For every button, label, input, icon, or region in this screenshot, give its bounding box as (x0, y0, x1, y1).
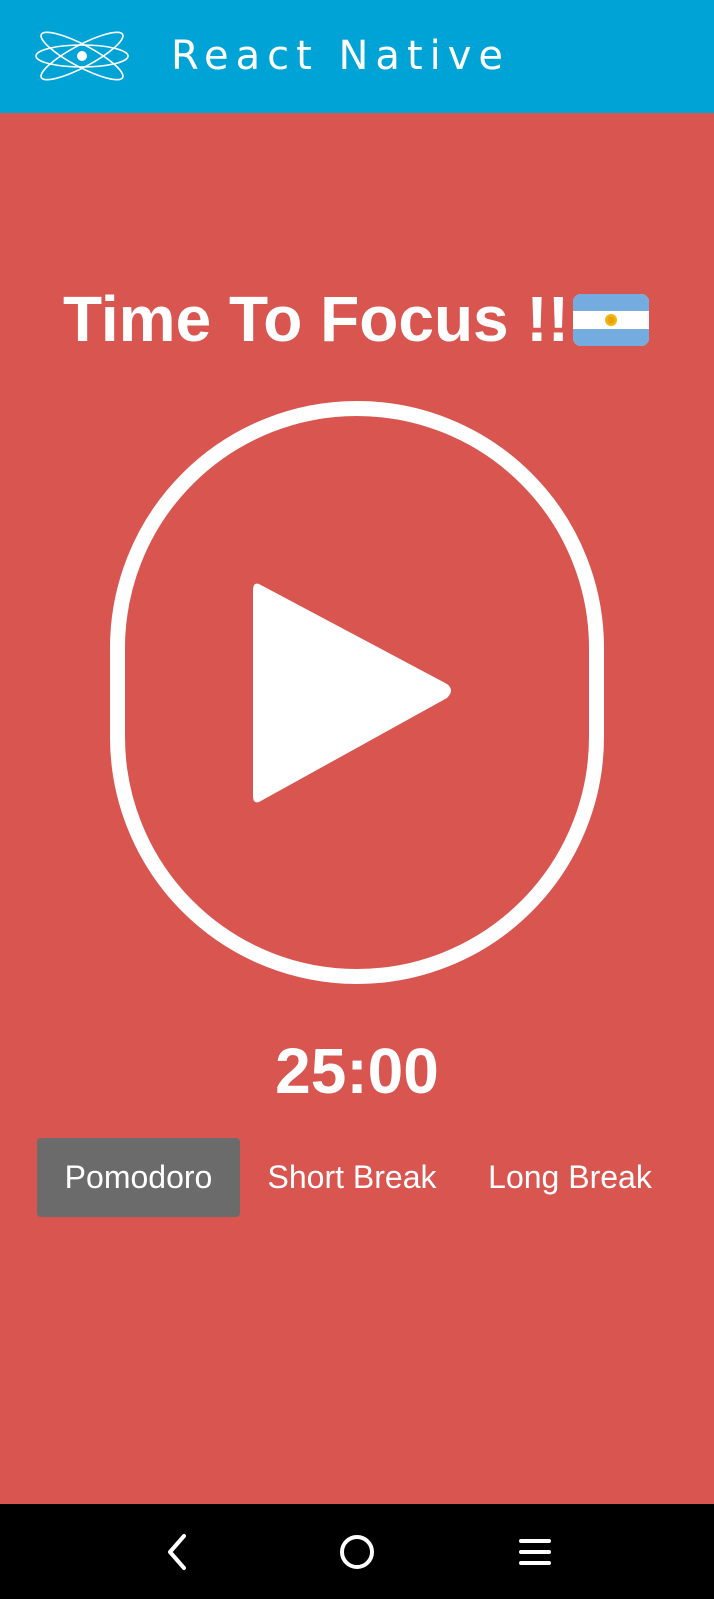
home-circle-icon[interactable] (335, 1530, 379, 1574)
menu-lines-icon[interactable] (513, 1530, 557, 1574)
system-nav-bar (0, 1504, 714, 1599)
tab-pomodoro[interactable]: Pomodoro (37, 1138, 240, 1217)
play-icon (253, 583, 451, 803)
react-atom-icon (35, 31, 129, 81)
argentina-flag-icon (573, 294, 650, 347)
back-chevron-icon[interactable] (156, 1530, 200, 1574)
tab-short-break[interactable]: Short Break (252, 1138, 452, 1217)
tab-long-break[interactable]: Long Break (470, 1138, 670, 1217)
pomodoro-screen: Time To Focus !! 25:00 Pomodoro Short Br… (0, 113, 714, 1504)
app-screen: React Native Time To Focus !! 25:00 Pomo… (0, 0, 714, 1599)
timer-display: 25:00 (275, 1035, 439, 1107)
app-title: React Native (171, 33, 511, 79)
mode-tabs: Pomodoro Short Break Long Break (0, 1138, 714, 1217)
play-button[interactable] (110, 401, 604, 984)
app-header: React Native (0, 0, 714, 113)
heading-text: Time To Focus !! (62, 283, 570, 355)
page-heading: Time To Focus !! (0, 279, 714, 359)
